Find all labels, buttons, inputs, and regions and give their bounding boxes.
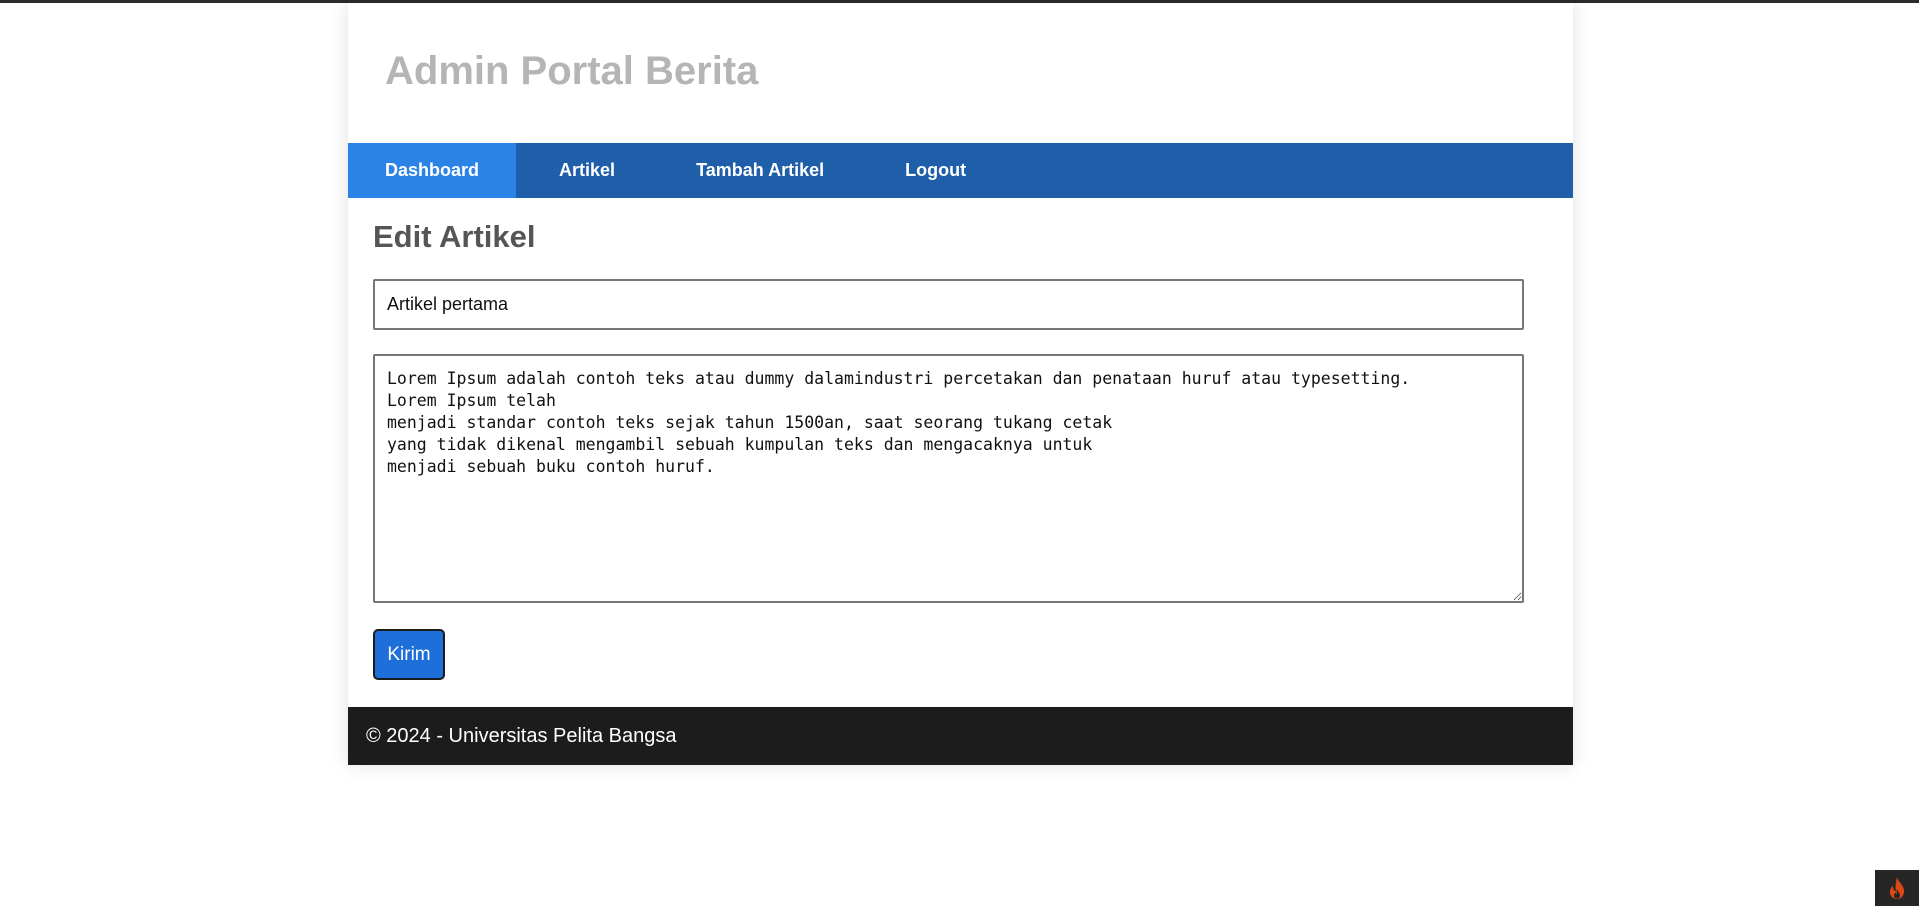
main-nav: Dashboard Artikel Tambah Artikel Logout [348,143,1573,198]
debug-toolbar-toggle[interactable] [1875,870,1919,906]
site-header: Admin Portal Berita [348,3,1573,143]
flame-icon [1890,877,1904,899]
page-heading: Edit Artikel [373,219,536,254]
page-container: Admin Portal Berita Dashboard Artikel Ta… [348,3,1573,765]
nav-item-logout[interactable]: Logout [862,143,1003,198]
article-title-input[interactable] [373,279,1524,330]
article-content-textarea[interactable]: Lorem Ipsum adalah contoh teks atau dumm… [373,354,1524,603]
site-title: Admin Portal Berita [385,49,759,93]
nav-item-artikel[interactable]: Artikel [516,143,658,198]
nav-item-dashboard[interactable]: Dashboard [348,143,517,198]
site-footer: © 2024 - Universitas Pelita Bangsa [348,707,1573,765]
nav-item-tambah-artikel[interactable]: Tambah Artikel [658,143,862,198]
main-content: Edit Artikel Lorem Ipsum adalah contoh t… [348,198,1573,708]
submit-button[interactable]: Kirim [373,629,445,680]
